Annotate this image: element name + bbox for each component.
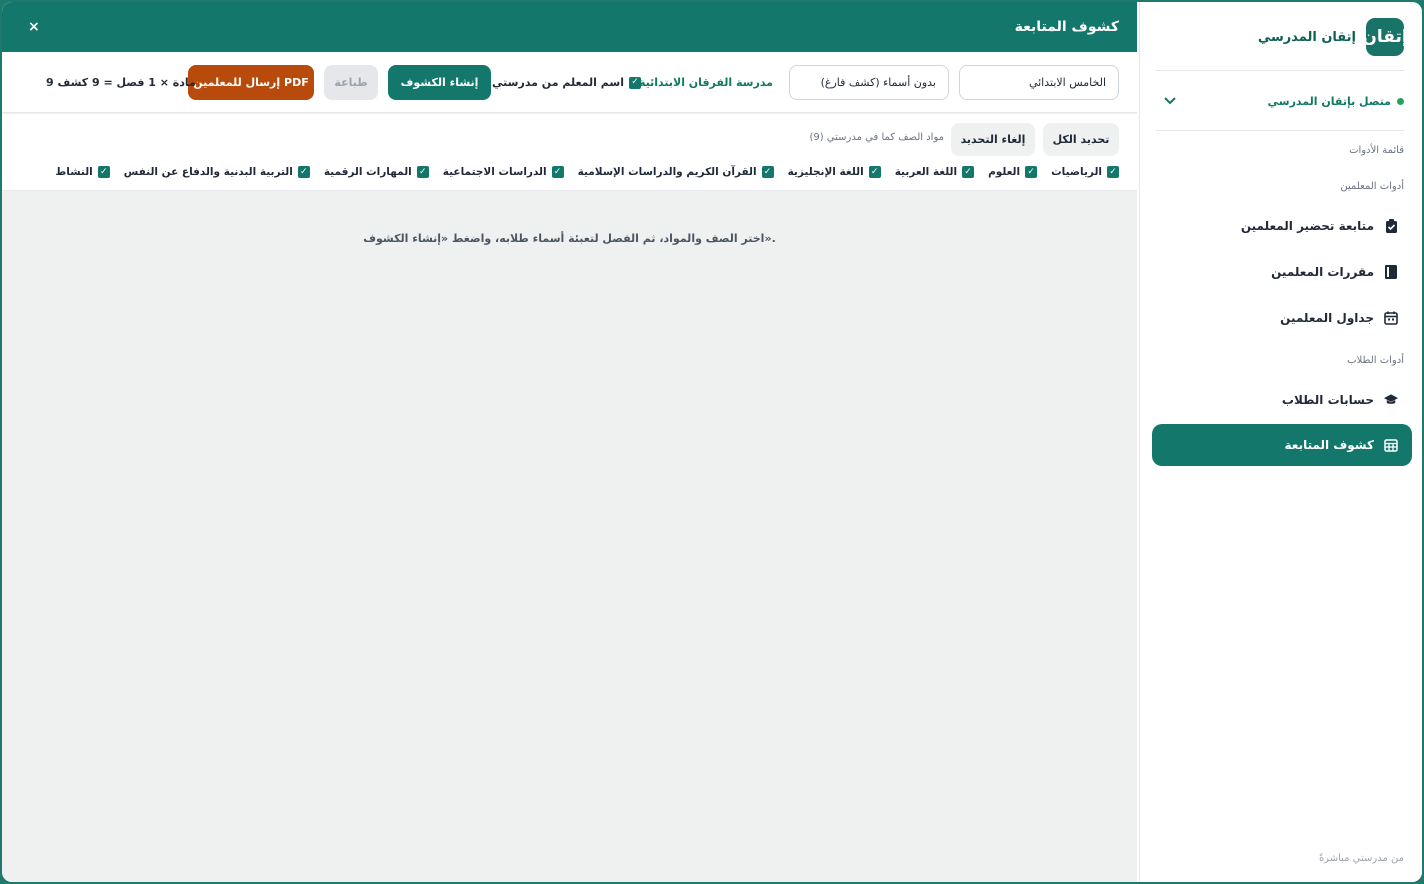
- divider: [1156, 130, 1404, 131]
- app-window: × كشوف المتابعة الخامس الابتدائي بدون أس…: [2, 2, 1422, 882]
- nav-label: جداول المعلمين: [1280, 311, 1374, 325]
- names-select[interactable]: بدون أسماء (كشف فارغ): [789, 65, 949, 100]
- checkbox-checked-icon: ✓: [962, 166, 975, 178]
- close-button[interactable]: ×: [28, 19, 40, 35]
- student-tools-label: أدوات الطلاب: [1347, 355, 1404, 366]
- nav-follow-up-sheets[interactable]: كشوف المتابعة: [1152, 424, 1412, 466]
- subject-label: النشاط: [55, 166, 93, 178]
- subject-label: القرآن الكريم والدراسات الإسلامية: [577, 166, 757, 178]
- panel-header: × كشوف المتابعة: [2, 2, 1137, 52]
- subject-label: اللغة الإنجليزية: [787, 166, 864, 178]
- checkbox-checked-icon: ✓: [629, 76, 641, 89]
- subject-label: الدراسات الاجتماعية: [442, 166, 547, 178]
- subject-checkbox[interactable]: ✓ اللغة الإنجليزية: [788, 166, 881, 178]
- subject-checkbox[interactable]: ✓ العلوم: [988, 166, 1038, 178]
- subject-checkbox[interactable]: ✓ التربية البدنية والدفاع عن النفس: [124, 166, 310, 178]
- subject-checkbox[interactable]: ✓ النشاط: [55, 166, 110, 178]
- checkbox-checked-icon: ✓: [868, 166, 881, 178]
- deselect-button[interactable]: إلغاء التحديد: [951, 123, 1035, 156]
- book-icon: [1384, 265, 1398, 279]
- send-pdf-button[interactable]: إرسال للمعلمين PDF: [188, 65, 314, 100]
- brand-name: إتقان المدرسي: [1257, 29, 1356, 45]
- sidebar: إتقان إتقان المدرسي متصل بإتقان المدرسي …: [1139, 2, 1422, 882]
- connection-status[interactable]: متصل بإتقان المدرسي: [1156, 90, 1404, 112]
- nav-label: كشوف المتابعة: [1284, 438, 1374, 452]
- subject-checkbox[interactable]: ✓ اللغة العربية: [894, 166, 975, 178]
- table-icon: [1384, 438, 1398, 452]
- teacher-name-checkbox[interactable]: ✓ اسم المعلم من مدرستي: [492, 76, 641, 89]
- checkbox-checked-icon: ✓: [416, 166, 429, 178]
- checkbox-checked-icon: ✓: [1025, 166, 1038, 178]
- nav-label: متابعة تحضير المعلمين: [1240, 219, 1374, 233]
- nav-student-accounts[interactable]: حسابات الطلاب: [1152, 380, 1412, 420]
- subjects-list: ✓ الرياضيات ✓ العلوم ✓ اللغة العربية ✓ اللغة ال…: [55, 166, 1119, 178]
- subject-label: الرياضيات: [1051, 166, 1102, 178]
- nav-teacher-courses[interactable]: مقررات المعلمين: [1152, 252, 1412, 292]
- checkbox-checked-icon: ✓: [1107, 166, 1119, 178]
- status-dot-icon: [1397, 97, 1404, 105]
- calendar-icon: [1384, 311, 1398, 325]
- chevron-down-icon[interactable]: [1156, 94, 1176, 108]
- nav-teacher-schedules[interactable]: جداول المعلمين: [1152, 298, 1412, 338]
- checkbox-checked-icon: ✓: [97, 166, 110, 178]
- subjects-panel: تحديد الكل إلغاء التحديد مواد الصف كما ف…: [2, 114, 1137, 191]
- checkbox-checked-icon: ✓: [297, 166, 310, 178]
- teacher-tools-label: أدوات المعلمين: [1340, 181, 1404, 192]
- nav-label: حسابات الطلاب: [1281, 393, 1374, 407]
- nav-label: مقررات المعلمين: [1271, 265, 1374, 279]
- print-button[interactable]: طباعة: [324, 65, 378, 100]
- grade-select[interactable]: الخامس الابتدائي: [959, 65, 1119, 100]
- divider: [1156, 70, 1404, 71]
- create-sheets-button[interactable]: إنشاء الكشوف: [388, 65, 491, 100]
- tools-menu-label: قائمة الأدوات: [1349, 145, 1404, 156]
- subject-label: التربية البدنية والدفاع عن النفس: [123, 166, 293, 178]
- select-all-button[interactable]: تحديد الكل: [1043, 123, 1119, 156]
- clipboard-check-icon: [1384, 219, 1398, 233]
- panel-title: كشوف المتابعة: [1014, 19, 1119, 35]
- teacher-name-label: اسم المعلم من مدرستي: [492, 76, 624, 89]
- subject-checkbox[interactable]: ✓ الرياضيات: [1051, 166, 1119, 178]
- checkbox-checked-icon: ✓: [551, 166, 564, 178]
- toolbar: الخامس الابتدائي بدون أسماء (كشف فارغ) م…: [2, 52, 1137, 113]
- connection-text: متصل بإتقان المدرسي: [1267, 94, 1391, 108]
- main-panel: × كشوف المتابعة الخامس الابتدائي بدون أس…: [2, 2, 1137, 882]
- subject-label: المهارات الرقمية: [323, 166, 412, 178]
- nav-teacher-prep[interactable]: متابعة تحضير المعلمين: [1152, 206, 1412, 246]
- subjects-note: مواد الصف كما في مدرستي (9): [809, 132, 944, 143]
- subject-checkbox[interactable]: ✓ المهارات الرقمية: [324, 166, 429, 178]
- logo: إتقان: [1362, 18, 1408, 56]
- brand[interactable]: إتقان إتقان المدرسي: [1257, 16, 1408, 58]
- subject-label: العلوم: [988, 166, 1021, 178]
- subject-label: اللغة العربية: [894, 166, 958, 178]
- graduation-cap-icon: [1384, 393, 1398, 407]
- school-name: مدرسة الفرقان الابتدائية: [638, 76, 773, 89]
- subject-checkbox[interactable]: ✓ القرآن الكريم والدراسات الإسلامية: [578, 166, 774, 178]
- sheets-summary: 9 مادة × 1 فصل = 9 كشف: [46, 76, 196, 89]
- subject-checkbox[interactable]: ✓ الدراسات الاجتماعية: [443, 166, 564, 178]
- empty-hint: اختر الصف والمواد، ثم الفصل لتعبئة أسماء…: [363, 232, 776, 245]
- checkbox-checked-icon: ✓: [761, 166, 774, 178]
- sidebar-footer: من مدرستي مباشرةً: [1318, 853, 1404, 864]
